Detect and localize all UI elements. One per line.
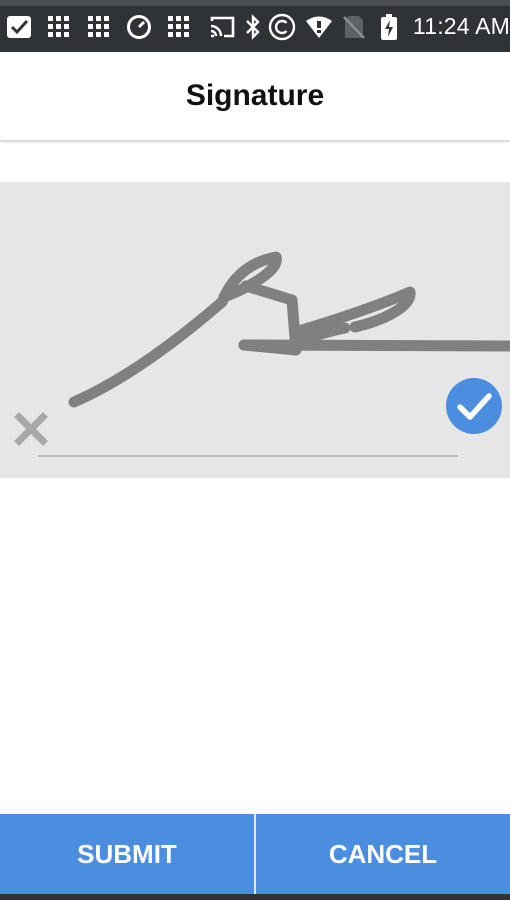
check-circle-icon[interactable] <box>445 377 503 435</box>
signature-pad[interactable] <box>0 182 510 478</box>
status-bar: 11:24 AM <box>0 0 510 52</box>
signature-baseline <box>38 455 458 457</box>
cancel-button[interactable]: CANCEL <box>256 814 510 894</box>
wifi-icon <box>304 14 334 40</box>
app-header: Signature <box>0 52 510 140</box>
grid-icon <box>166 14 192 40</box>
grid-icon <box>46 14 72 40</box>
clock-icon <box>125 14 153 40</box>
page-title: Signature <box>185 79 325 112</box>
close-icon[interactable] <box>12 410 50 448</box>
submit-button[interactable]: SUBMIT <box>0 814 254 894</box>
battery-charging-icon <box>378 14 400 40</box>
copyright-icon <box>267 13 297 41</box>
status-bar-top-strip <box>0 0 510 6</box>
status-time: 11:24 AM <box>412 13 510 39</box>
no-sim-icon <box>342 14 366 40</box>
action-bar: SUBMIT CANCEL <box>0 814 510 894</box>
cast-icon <box>207 14 237 40</box>
bluetooth-icon <box>243 14 263 40</box>
grid-icon <box>86 14 112 40</box>
navigation-bar-strip <box>0 894 510 900</box>
checkbox-icon <box>4 14 34 40</box>
signature-stroke <box>68 251 510 408</box>
